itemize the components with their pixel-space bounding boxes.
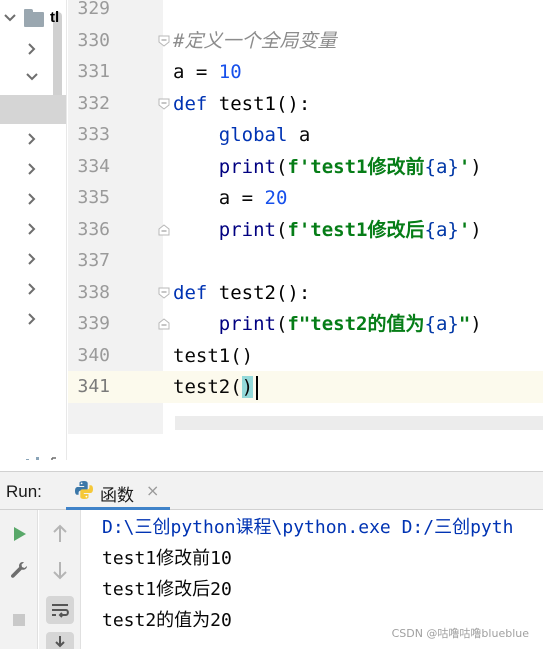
line-number: 337 — [77, 250, 110, 271]
watermark: CSDN @咕噜咕噜blueblue — [391, 627, 529, 640]
string-literal: f'test1修改后 — [287, 219, 425, 241]
function-name: test1(): — [218, 93, 311, 115]
wrench-icon[interactable] — [5, 556, 33, 584]
code-line[interactable]: print(f"test2的值为{a}") — [173, 308, 482, 340]
string-literal: f"test2的值为 — [287, 313, 425, 335]
fold-marker-icon[interactable] — [157, 34, 171, 48]
chevron-right-icon[interactable] — [24, 221, 40, 237]
run-toolbar-right — [39, 510, 81, 649]
tree-root-label: tl — [50, 9, 60, 26]
tree-row[interactable] — [0, 34, 66, 64]
code-line[interactable]: test1() — [173, 340, 253, 372]
line-number: 334 — [77, 156, 110, 177]
text-caret — [256, 376, 258, 400]
chevron-down-icon[interactable] — [24, 69, 40, 85]
tree-row[interactable] — [0, 124, 66, 154]
console-command-line: D:\三创python课程\python.exe D:/三创pyth — [102, 517, 514, 538]
code-line-current[interactable]: test2() — [173, 371, 254, 403]
code-line[interactable]: def test2(): — [173, 277, 310, 309]
chevron-right-icon[interactable] — [24, 281, 40, 297]
chevron-right-icon[interactable] — [24, 251, 40, 267]
editor-horizontal-scrollbar[interactable] — [175, 416, 543, 430]
chevron-right-icon[interactable] — [24, 131, 40, 147]
run-tab-functions[interactable]: 函数 × — [66, 472, 170, 510]
builtin-print: print — [218, 219, 276, 241]
line-number: 340 — [77, 345, 110, 366]
line-number: 330 — [77, 30, 110, 51]
tree-row[interactable] — [0, 304, 66, 334]
line-number: 333 — [77, 124, 110, 145]
fold-end-icon[interactable] — [157, 223, 171, 237]
line-number: 331 — [77, 61, 110, 82]
structure-icon[interactable] — [0, 455, 67, 460]
tree-row[interactable] — [0, 184, 66, 214]
line-number: 335 — [77, 187, 110, 208]
console-output-line: test1修改前10 — [102, 548, 232, 569]
chevron-right-icon[interactable] — [24, 191, 40, 207]
fold-end-icon[interactable] — [157, 317, 171, 331]
current-line-highlight — [68, 371, 543, 403]
code-line[interactable]: a = 20 — [173, 182, 288, 214]
scroll-to-end-icon[interactable] — [46, 632, 74, 649]
arrow-down-icon[interactable] — [46, 556, 74, 584]
code-line[interactable]: print(f'test1修改后{a}') — [173, 214, 482, 246]
code-line-comment[interactable]: #定义一个全局变量 — [173, 25, 336, 57]
chevron-down-icon[interactable] — [2, 10, 18, 26]
matched-paren: ) — [241, 376, 254, 398]
builtin-print: print — [218, 313, 276, 335]
run-toolbar-left — [0, 510, 38, 649]
run-header: Run: 函数 × — [0, 472, 543, 510]
soft-wrap-icon[interactable] — [46, 596, 74, 624]
python-icon — [75, 481, 93, 499]
keyword: def — [173, 93, 219, 115]
code-line[interactable]: global a — [173, 119, 311, 151]
code-line[interactable]: print(f'test1修改前{a}') — [173, 151, 482, 183]
function-name: test2(): — [218, 282, 311, 304]
stop-icon[interactable] — [5, 606, 33, 634]
line-number-current: 341 — [77, 376, 110, 397]
tree-row[interactable] — [0, 214, 66, 244]
number-literal: 10 — [218, 61, 242, 83]
fold-marker-icon[interactable] — [157, 286, 171, 300]
folder-icon — [24, 9, 44, 27]
run-icon[interactable] — [5, 520, 33, 548]
keyword: def — [173, 282, 219, 304]
close-icon[interactable]: × — [146, 481, 159, 500]
tree-row-root[interactable]: tl — [0, 3, 66, 33]
project-tool-window: tl — [0, 0, 67, 460]
tree-row[interactable] — [0, 244, 66, 274]
arrow-up-icon[interactable] — [46, 520, 74, 548]
line-number: 339 — [77, 313, 110, 334]
tree-row[interactable] — [0, 274, 66, 304]
identifier: a = — [173, 61, 219, 83]
code-line[interactable]: a = 10 — [173, 56, 242, 88]
console-output-line: test1修改后20 — [102, 579, 232, 600]
console-output-line: test2的值为20 — [102, 610, 232, 631]
run-tool-window: Run: 函数 × D:\三创python课程\python.exe D:/三创… — [0, 471, 543, 649]
tree-selected-row[interactable] — [0, 95, 66, 124]
keyword: global — [218, 124, 299, 146]
chevron-right-icon[interactable] — [24, 41, 40, 57]
tree-row[interactable] — [0, 62, 66, 92]
run-title: Run: — [6, 482, 42, 501]
builtin-print: print — [218, 156, 276, 178]
string-literal: f'test1修改前 — [287, 156, 425, 178]
chevron-right-icon[interactable] — [24, 311, 40, 327]
fold-marker-icon[interactable] — [157, 97, 171, 111]
identifier: a — [298, 124, 311, 146]
line-number: 329 — [77, 0, 110, 19]
tree-row[interactable] — [0, 154, 66, 184]
number-literal: 20 — [264, 187, 288, 209]
line-number: 336 — [77, 219, 110, 240]
code-line[interactable]: def test1(): — [173, 88, 310, 120]
line-number: 338 — [77, 282, 110, 303]
line-number: 332 — [77, 93, 110, 114]
run-tab-label: 函数 — [100, 486, 134, 505]
chevron-right-icon[interactable] — [24, 161, 40, 177]
